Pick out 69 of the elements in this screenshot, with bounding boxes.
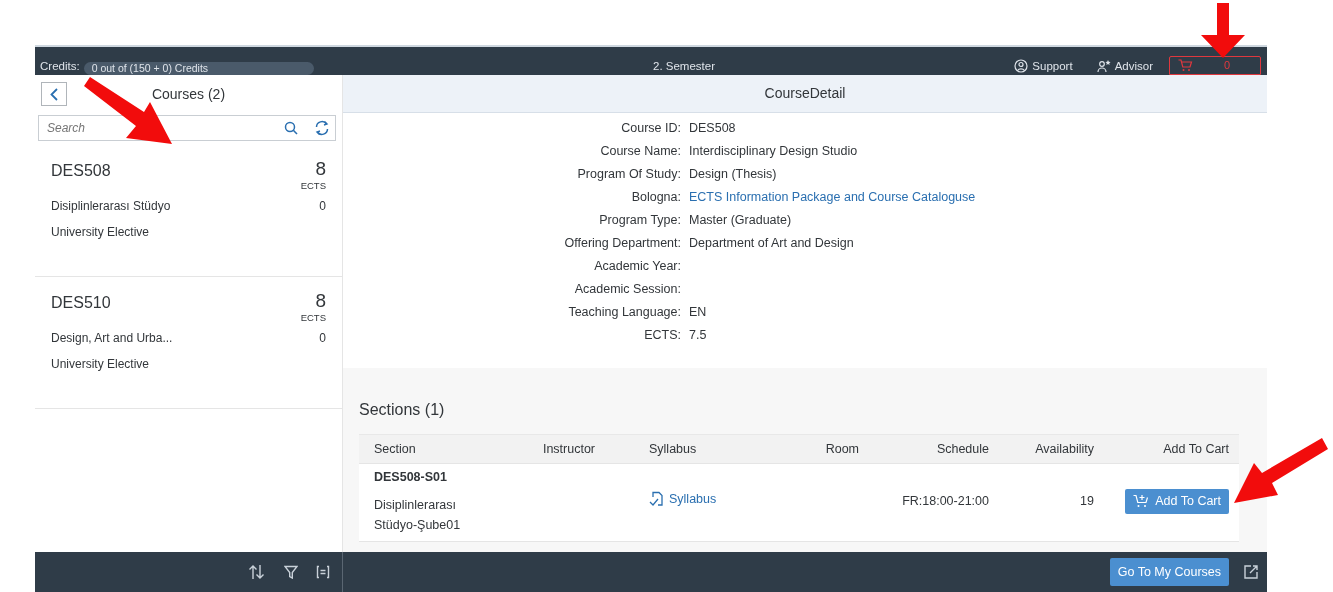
field-value: EN xyxy=(689,303,707,321)
column-header: Section xyxy=(374,441,416,456)
field-label: Academic Year: xyxy=(593,257,682,275)
field-label: Offering Department: xyxy=(563,234,682,252)
list-title: Courses (2) xyxy=(150,84,227,104)
field-label: Academic Session: xyxy=(573,280,682,298)
cart-count: 0 xyxy=(1223,58,1230,74)
sections-title: Sections (1) xyxy=(359,400,446,421)
ects-value: 8 xyxy=(315,159,326,179)
top-bar-link[interactable]: Advisor xyxy=(1096,57,1153,75)
person-circle-icon xyxy=(1014,59,1029,74)
chevron-left-icon xyxy=(50,87,58,101)
semester-title: 2. Semester xyxy=(653,59,715,72)
course-name: Design, Art and Urba... xyxy=(51,330,173,348)
course-type: University Elective xyxy=(51,225,150,240)
field-value: Department of Art and Design xyxy=(689,234,854,252)
syllabus-link[interactable]: Syllabus xyxy=(649,490,717,509)
course-list-item[interactable]: DES510 8 ECTS Design, Art and Urba... 0 University Elective xyxy=(35,277,342,409)
course-count: 0 xyxy=(319,198,326,216)
group-icon[interactable] xyxy=(316,565,330,579)
cart-icon xyxy=(1178,59,1193,72)
detail-title: CourseDetail xyxy=(764,83,846,103)
field-value: Design (Thesis) xyxy=(689,165,777,183)
field-label: Course Name: xyxy=(599,142,682,160)
top-bar-link[interactable]: Support xyxy=(1014,57,1073,75)
search-icon[interactable] xyxy=(284,121,298,135)
field-value: Interdisciplinary Design Studio xyxy=(689,142,858,160)
field-label: Program Of Study: xyxy=(576,165,682,183)
column-header: Instructor xyxy=(542,441,596,456)
field-label: Course ID: xyxy=(620,119,682,137)
person-star-icon xyxy=(1096,59,1111,74)
credits-label: Credits: xyxy=(40,58,80,74)
field-value: 7.5 xyxy=(689,326,707,344)
course-type: University Elective xyxy=(51,357,150,372)
course-count: 0 xyxy=(319,330,326,348)
column-header: Add To Cart xyxy=(1163,441,1229,456)
sort-icon[interactable] xyxy=(248,564,266,580)
field-label: Bologna: xyxy=(630,188,682,206)
annotation-arrow xyxy=(1200,3,1246,59)
field-value: DES508 xyxy=(689,119,736,137)
field-label: ECTS: xyxy=(643,326,682,344)
column-header: Syllabus xyxy=(649,441,697,456)
schedule: FR:18:00-21:00 xyxy=(902,494,989,509)
back-button[interactable] xyxy=(41,82,67,106)
document-icon xyxy=(649,491,665,508)
course-code: DES510 xyxy=(51,293,111,313)
ects-value: 8 xyxy=(315,291,326,311)
credits-indicator: 0 out of (150 + 0) Credits xyxy=(83,62,314,75)
course-code: DES508 xyxy=(51,161,111,181)
column-header: Availability xyxy=(1035,441,1094,456)
availability: 19 xyxy=(1080,494,1094,509)
section-description: Disiplinlerarası Stüdyo-Şube01 xyxy=(374,497,462,534)
course-list-item[interactable]: DES508 8 ECTS Disiplinlerarası Stüdyo 0 University Elective xyxy=(35,145,342,277)
filter-icon[interactable] xyxy=(284,565,298,579)
course-name: Disiplinlerarası Stüdyo xyxy=(51,198,171,216)
field-value: Master (Graduate) xyxy=(689,211,792,229)
share-icon[interactable] xyxy=(1243,564,1259,580)
go-to-my-courses-button[interactable]: Go To My Courses xyxy=(1109,557,1229,587)
field-label: Teaching Language: xyxy=(567,303,682,321)
column-header: Room xyxy=(825,441,859,456)
field-label: Program Type: xyxy=(598,211,682,229)
column-header: Schedule xyxy=(936,441,989,456)
add-to-cart-button[interactable]: Add To Cart xyxy=(1125,489,1229,514)
ects-unit: ECTS xyxy=(300,179,326,193)
section-code: DES508-S01 xyxy=(374,469,448,487)
refresh-icon[interactable] xyxy=(314,120,330,136)
cart-plus-icon xyxy=(1133,494,1150,509)
ects-unit: ECTS xyxy=(300,311,326,325)
bologna-link[interactable]: ECTS Information Package and Course Cataloguse xyxy=(689,187,976,207)
